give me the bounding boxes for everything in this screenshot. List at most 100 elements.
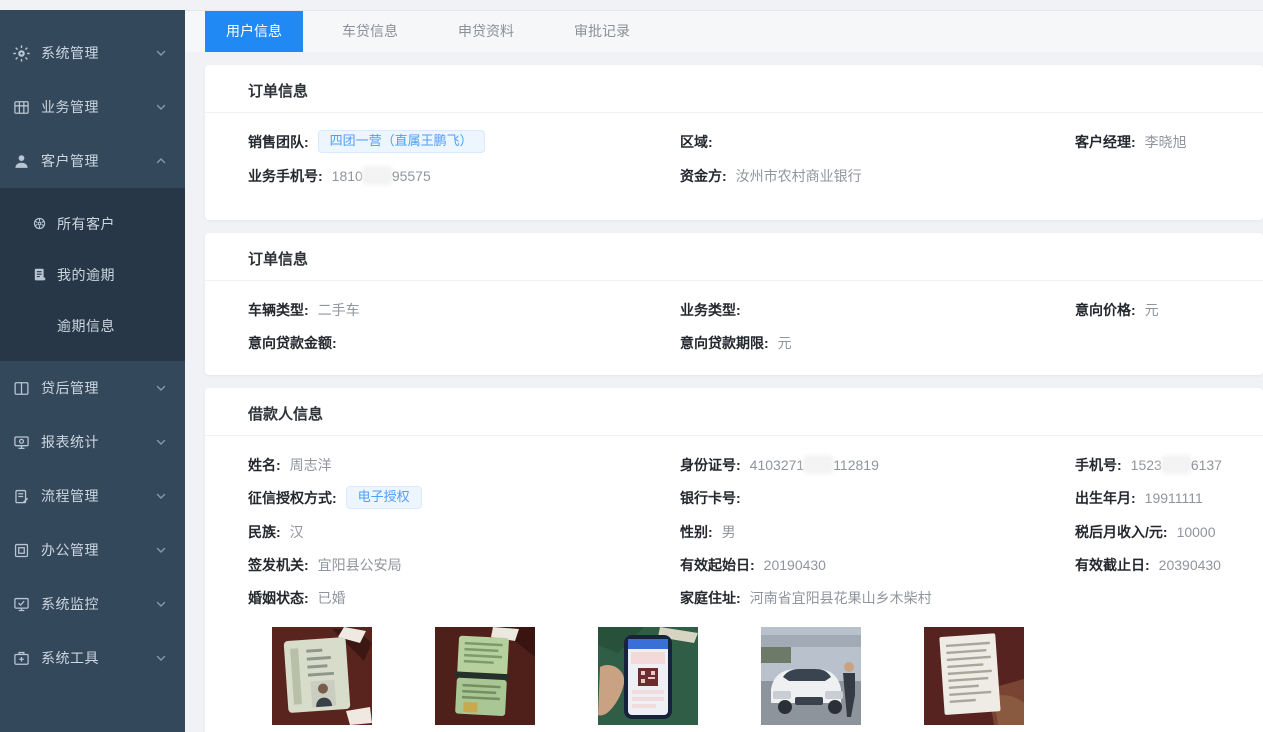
field-valid-from: 有效起始日: 20190430 (680, 555, 1075, 575)
supplementary-doc-photo-thumbnail (924, 627, 1024, 725)
card-title: 订单信息 (205, 65, 1263, 113)
field-value: 周志洋 (290, 455, 332, 475)
field-value: 元 (1145, 300, 1159, 320)
sidebar-item-business-mgmt[interactable]: 业务管理 (0, 80, 185, 134)
field-label: 家庭住址: (680, 588, 741, 608)
field-label: 客户经理: (1075, 132, 1136, 152)
tab-loan-application-docs[interactable]: 申贷资料 (437, 11, 535, 52)
field-label: 出生年月: (1075, 488, 1136, 508)
card-title: 借款人信息 (205, 388, 1263, 436)
sidebar-item-customer-mgmt[interactable]: 客户管理 (0, 134, 185, 188)
field-label: 意向贷款金额: (248, 333, 337, 353)
field-sales-team: 销售团队: 四团一营（直属王鹏飞） (248, 132, 680, 153)
sidebar-item-system-tools[interactable]: 系统工具 (0, 631, 185, 685)
field-label: 征信授权方式: (248, 488, 337, 508)
field-value: 20390430 (1159, 555, 1221, 575)
field-value: 19911111 (1145, 488, 1203, 508)
value-suffix: 95575 (392, 168, 431, 184)
card-title: 订单信息 (205, 233, 1263, 281)
customer-mgmt-submenu: 所有客户 我的逾期 逾期信息 (0, 188, 185, 361)
chevron-down-icon (155, 101, 167, 113)
field-label: 银行卡号: (680, 488, 741, 508)
photo-id-card[interactable]: 本人照 (272, 627, 372, 732)
sidebar-item-overdue-info[interactable]: 逾期信息 (0, 300, 185, 351)
redaction-blur (365, 169, 390, 182)
field-business-phone: 业务手机号: 181095575 (248, 166, 680, 186)
field-loan-term: 意向贷款期限: 元 (680, 333, 1075, 353)
chevron-down-icon (155, 382, 167, 394)
field-label: 签发机关: (248, 555, 309, 575)
field-value: 20190430 (764, 555, 826, 575)
wheel-icon (32, 216, 47, 231)
field-monthly-income: 税后月收入/元: 10000 (1075, 522, 1253, 542)
field-label: 业务类型: (680, 300, 741, 320)
field-id-number: 身份证号: 4103271112819 (680, 455, 1075, 475)
sidebar-menu: 系统管理 业务管理 客户管理 所有客户 (0, 10, 185, 685)
field-value: 4103271112819 (750, 455, 879, 475)
field-issuing-authority: 签发机关: 宜阳县公安局 (248, 555, 680, 575)
photo-credit-auth[interactable]: 征信授权 (598, 627, 698, 732)
gear-icon (13, 45, 30, 62)
person-car-photo-thumbnail (761, 627, 861, 725)
photo-supplementary-doc[interactable]: 补充材料 (924, 627, 1024, 732)
document-photos: 本人照 (272, 627, 1253, 732)
user-icon (13, 153, 30, 170)
field-business-type: 业务类型: (680, 300, 1075, 320)
credit-auth-photo-thumbnail (598, 627, 698, 725)
sidebar-item-label: 逾期信息 (57, 316, 167, 336)
field-credit-auth-method: 征信授权方式: 电子授权 (248, 488, 680, 509)
photo-household-register[interactable]: 户口本照片 (435, 627, 535, 732)
sidebar-item-label: 贷后管理 (41, 378, 155, 398)
field-label: 销售团队: (248, 132, 309, 152)
field-label: 姓名: (248, 455, 281, 475)
sidebar-item-my-overdue[interactable]: 我的逾期 (0, 249, 185, 300)
sidebar-item-office-mgmt[interactable]: 办公管理 (0, 523, 185, 577)
tab-user-info[interactable]: 用户信息 (205, 11, 303, 52)
sidebar-item-label: 系统监控 (41, 594, 155, 614)
field-label: 婚姻状态: (248, 588, 309, 608)
detail-tabs: 用户信息 车贷信息 申贷资料 审批记录 (185, 10, 1263, 52)
field-value: 二手车 (318, 300, 360, 320)
field-customer-manager: 客户经理: 李晓旭 (1075, 132, 1253, 152)
field-label: 税后月收入/元: (1075, 522, 1168, 542)
tab-approval-records[interactable]: 审批记录 (553, 11, 651, 52)
value-suffix: 6137 (1191, 457, 1222, 473)
sidebar-item-label: 系统工具 (41, 648, 155, 668)
chevron-down-icon (155, 598, 167, 610)
toolbox-icon (13, 650, 30, 667)
field-value: 181095575 (332, 166, 431, 186)
field-value: 15236137 (1131, 455, 1222, 475)
sidebar-item-system-mgmt[interactable]: 系统管理 (0, 26, 185, 80)
field-label: 有效截止日: (1075, 555, 1150, 575)
sidebar-item-all-customers[interactable]: 所有客户 (0, 198, 185, 249)
redaction-blur (806, 458, 831, 471)
field-marital-status: 婚姻状态: 已婚 (248, 588, 680, 608)
field-label: 身份证号: (680, 455, 741, 475)
field-bank-card: 银行卡号: (680, 488, 1075, 508)
chevron-down-icon (155, 544, 167, 556)
field-vehicle-type: 车辆类型: 二手车 (248, 300, 680, 320)
field-label: 资金方: (680, 166, 727, 186)
field-valid-to: 有效截止日: 20390430 (1075, 555, 1253, 575)
sidebar-item-process-mgmt[interactable]: 流程管理 (0, 469, 185, 523)
sidebar-item-postloan-mgmt[interactable]: 贷后管理 (0, 361, 185, 415)
sidebar-item-report-stats[interactable]: 报表统计 (0, 415, 185, 469)
book-icon (13, 380, 30, 397)
sidebar: 系统管理 业务管理 客户管理 所有客户 (0, 10, 185, 732)
field-region: 区域: (680, 132, 1075, 152)
field-value: 元 (778, 333, 792, 353)
tab-car-loan-info[interactable]: 车贷信息 (321, 11, 419, 52)
chevron-down-icon (155, 490, 167, 502)
field-label: 民族: (248, 522, 281, 542)
sidebar-item-system-monitor[interactable]: 系统监控 (0, 577, 185, 631)
field-ethnicity: 民族: 汉 (248, 522, 680, 542)
field-value: 男 (722, 522, 736, 542)
chevron-down-icon (155, 436, 167, 448)
value-prefix: 4103271 (750, 457, 805, 473)
sidebar-item-label: 办公管理 (41, 540, 155, 560)
photo-person-with-car[interactable]: 人车合影 (761, 627, 861, 732)
field-name: 姓名: 周志洋 (248, 455, 680, 475)
chevron-down-icon (155, 652, 167, 664)
field-intent-price: 意向价格: 元 (1075, 300, 1253, 320)
redaction-blur (1164, 458, 1189, 471)
